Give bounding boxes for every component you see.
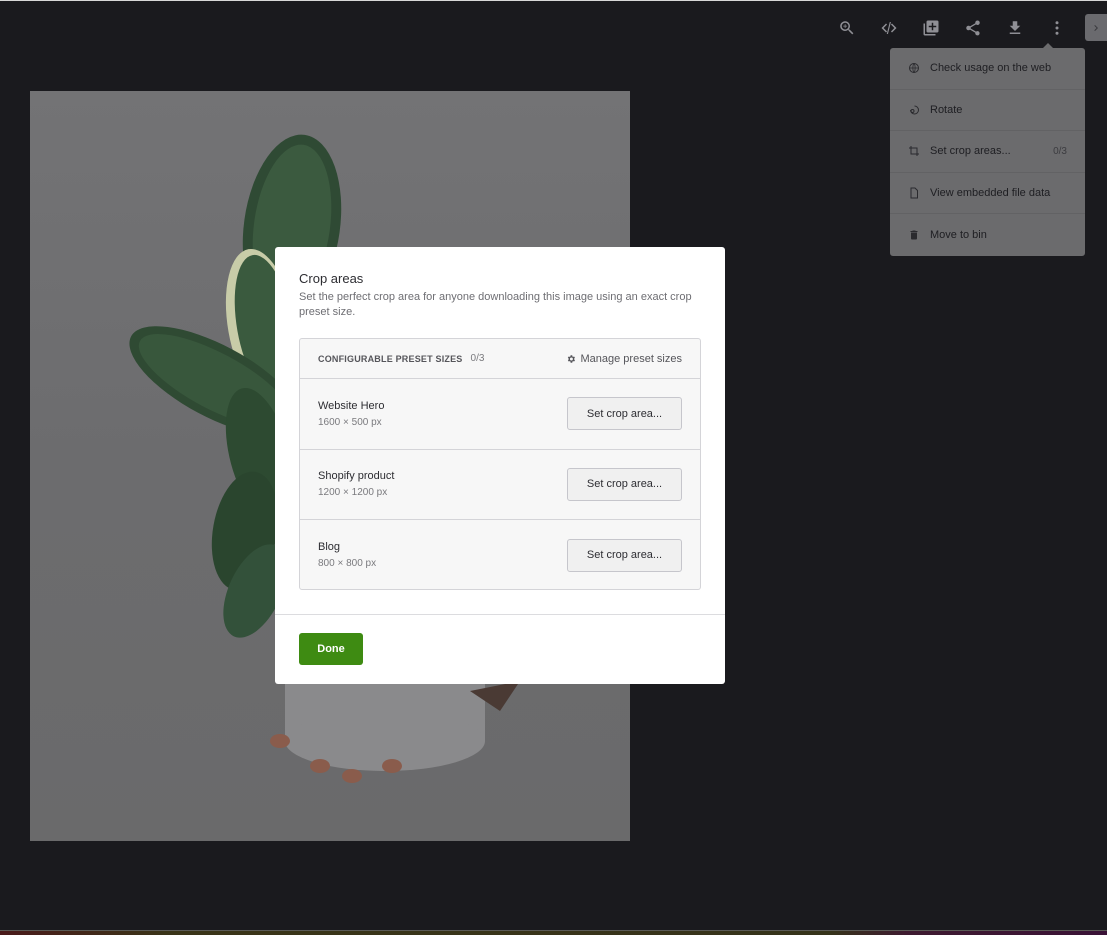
preset-name: Blog [318, 541, 341, 554]
rotate-icon [908, 104, 920, 116]
preset-row: Website Hero 1600 × 500 px Set crop area… [300, 379, 700, 450]
chevron-right-icon [1094, 24, 1098, 31]
taskbar-strip [0, 930, 1107, 935]
menu-item-label: Move to bin [930, 229, 987, 242]
dialog-footer-divider [275, 614, 725, 615]
crop-count: 0/3 [1053, 145, 1067, 157]
set-crop-area-button[interactable]: Set crop area... [567, 467, 682, 501]
preset-row: Blog 800 × 800 px Set crop area... [300, 520, 700, 591]
menu-item-label: Rotate [930, 103, 963, 116]
set-crop-area-button[interactable]: Set crop area... [567, 538, 682, 572]
preset-dimensions: 800 × 800 px [318, 558, 377, 570]
menu-item-rotate[interactable]: Rotate [890, 90, 1085, 132]
window-top-border [0, 0, 1107, 1]
set-crop-area-button[interactable]: Set crop area... [567, 397, 682, 431]
done-button[interactable]: Done [299, 633, 363, 665]
share-button[interactable] [952, 14, 994, 42]
preset-name: Website Hero [318, 399, 385, 412]
menu-item-label: Set crop areas... [930, 145, 1011, 158]
preset-sizes-heading: CONFIGURABLE PRESET SIZES [318, 353, 463, 364]
dialog-title: Crop areas [299, 271, 364, 286]
crop-areas-dialog: Crop areas Set the perfect crop area for… [275, 247, 725, 684]
crop-icon [908, 145, 920, 157]
embed-button[interactable] [868, 14, 910, 42]
preset-sizes-count: 0/3 [470, 353, 485, 364]
menu-item-view-file-data[interactable]: View embedded file data [890, 173, 1085, 215]
dialog-description: Set the perfect crop area for anyone dow… [299, 291, 692, 318]
more-options-menu: Check usage on the web Rotate Set crop a… [890, 43, 1085, 256]
zoom-in-button[interactable] [826, 14, 868, 42]
menu-item-move-to-bin[interactable]: Move to bin [890, 214, 1085, 256]
code-icon [881, 22, 897, 34]
manage-preset-sizes-link[interactable]: Manage preset sizes [566, 352, 683, 365]
preset-sizes-header: CONFIGURABLE PRESET SIZES 0/3 Manage pre… [300, 339, 700, 379]
menu-item-label: Check usage on the web [930, 62, 1052, 75]
menu-item-check-usage[interactable]: Check usage on the web [890, 48, 1085, 90]
add-to-collection-icon [923, 20, 939, 36]
download-button[interactable] [994, 14, 1036, 42]
preset-dimensions: 1600 × 500 px [318, 416, 382, 428]
manage-preset-sizes-label: Manage preset sizes [580, 352, 683, 365]
preset-row: Shopify product 1200 × 1200 px Set crop … [300, 450, 700, 520]
add-to-collection-button[interactable] [910, 14, 952, 42]
file-icon [908, 187, 920, 199]
trash-icon [908, 229, 920, 241]
image-toolbar [826, 14, 1078, 42]
preset-dimensions: 1200 × 1200 px [318, 487, 388, 499]
preset-sizes-panel: CONFIGURABLE PRESET SIZES 0/3 Manage pre… [299, 338, 701, 590]
more-vertical-icon [1055, 21, 1059, 35]
menu-item-label: View embedded file data [930, 187, 1051, 200]
info-panel-toggle[interactable] [1085, 14, 1107, 41]
menu-item-set-crop-areas[interactable]: Set crop areas... 0/3 [890, 131, 1085, 173]
preset-name: Shopify product [318, 470, 395, 483]
gear-icon [567, 354, 575, 363]
globe-icon [908, 62, 920, 74]
zoom-in-icon [840, 21, 854, 35]
more-options-button[interactable] [1036, 14, 1078, 42]
share-icon [966, 20, 980, 36]
download-icon [1009, 21, 1021, 34]
